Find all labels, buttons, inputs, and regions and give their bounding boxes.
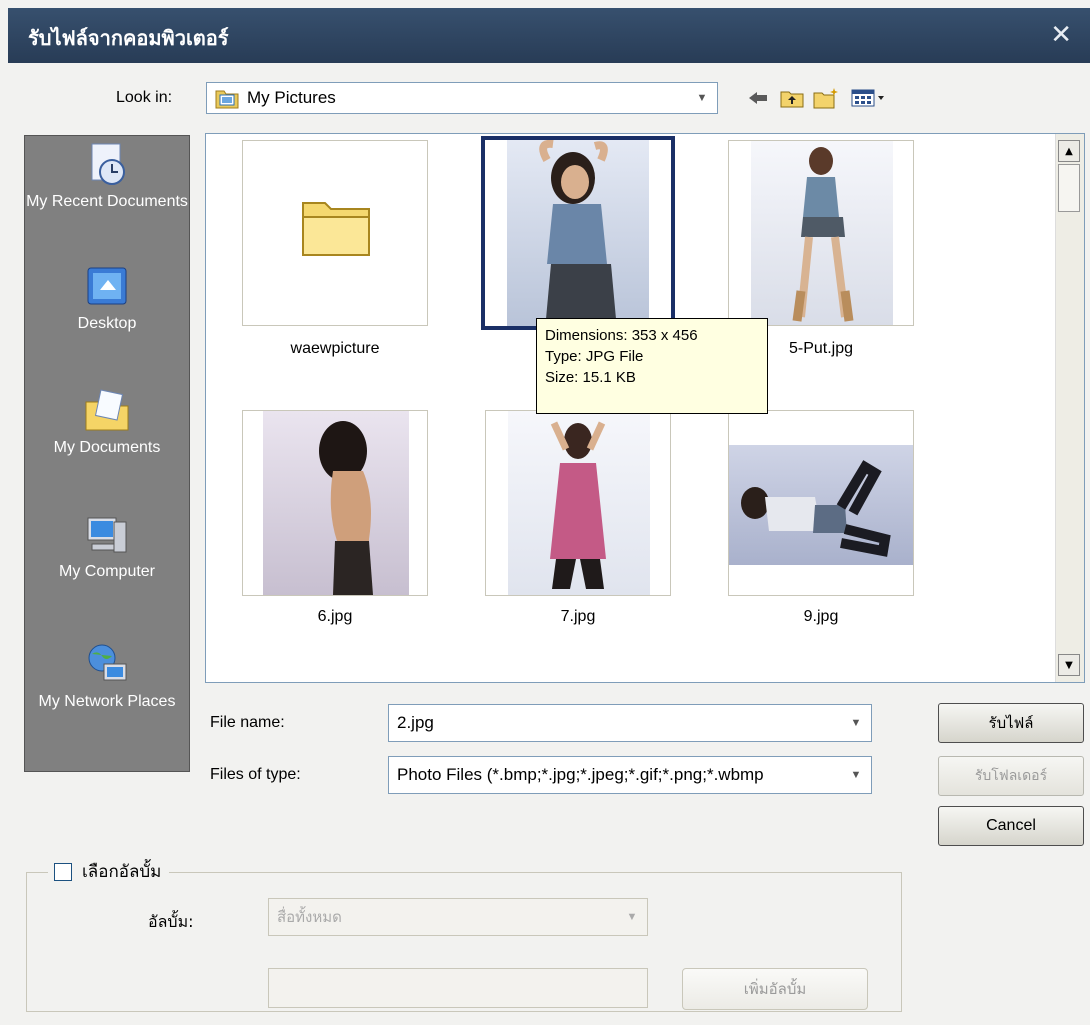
scroll-up-button[interactable]: ▲ <box>1058 140 1080 162</box>
place-label: My Network Places <box>38 693 176 710</box>
album-dropdown[interactable]: สื่อทั้งหมด ▼ <box>268 898 648 936</box>
tooltip-type: Type: JPG File <box>545 348 644 365</box>
album-value: สื่อทั้งหมด <box>277 908 342 926</box>
album-group-header: เลือกอัลบั้ม <box>48 858 170 885</box>
cancel-button[interactable]: Cancel <box>938 806 1084 846</box>
look-in-dropdown[interactable]: My Pictures ▼ <box>206 82 718 114</box>
file-info-tooltip: Dimensions: 353 x 456 Type: JPG File Siz… <box>536 318 768 414</box>
my-pictures-folder-icon <box>215 87 239 109</box>
new-folder-icon <box>813 88 838 109</box>
add-album-button[interactable]: เพิ่มอัลบั้ม <box>682 968 868 1010</box>
look-in-label: Look in: <box>116 89 173 106</box>
file-name: 9.jpg <box>803 608 839 625</box>
open-file-button[interactable]: รับไฟล์ <box>938 703 1084 743</box>
open-folder-button[interactable]: รับโฟลเดอร์ <box>938 756 1084 796</box>
file-name: 6.jpg <box>317 608 353 625</box>
file-type-dropdown[interactable]: Photo Files (*.bmp;*.jpg;*.jpeg;*.gif;*.… <box>388 756 872 794</box>
close-icon[interactable]: ✕ <box>1050 20 1072 50</box>
my-documents-icon <box>84 388 130 434</box>
file-name-value: 2.jpg <box>397 713 434 732</box>
back-arrow-icon <box>749 92 767 104</box>
chevron-down-icon[interactable]: ▼ <box>845 708 867 738</box>
photo-thumbnail <box>263 411 409 595</box>
place-network[interactable]: My Network Places <box>25 642 189 712</box>
views-menu-icon <box>851 89 884 107</box>
photo-item-selected[interactable] <box>481 136 675 330</box>
photo-item[interactable] <box>728 140 914 326</box>
place-recent-documents[interactable]: My Recent Documents <box>25 142 189 212</box>
chevron-down-icon[interactable]: ▼ <box>621 902 643 932</box>
album-label: อัลบั้ม: <box>148 912 194 931</box>
new-album-input[interactable] <box>268 968 648 1008</box>
network-places-icon <box>84 642 130 688</box>
my-computer-icon <box>84 512 130 558</box>
file-type-label: Files of type: <box>210 766 301 783</box>
place-label: My Documents <box>53 439 161 456</box>
views-menu-button[interactable] <box>848 86 888 110</box>
photo-item[interactable] <box>485 410 671 596</box>
photo-thumbnail <box>507 140 649 326</box>
tooltip-dimensions: Dimensions: 353 x 456 <box>545 327 698 344</box>
new-folder-button[interactable] <box>812 86 840 110</box>
back-button[interactable] <box>744 86 772 110</box>
up-folder-button[interactable] <box>778 86 806 110</box>
place-desktop[interactable]: Desktop <box>25 264 189 334</box>
file-type-value: Photo Files (*.bmp;*.jpg;*.jpeg;*.gif;*.… <box>397 765 764 784</box>
place-my-computer[interactable]: My Computer <box>25 512 189 582</box>
chevron-down-icon[interactable]: ▼ <box>691 86 713 110</box>
file-name: waewpicture <box>290 340 380 357</box>
folder-icon <box>302 202 370 256</box>
tooltip-size: Size: 15.1 KB <box>545 369 636 386</box>
select-album-checkbox[interactable] <box>54 862 72 881</box>
chevron-down-icon[interactable]: ▼ <box>845 760 867 790</box>
file-name-label: File name: <box>210 714 285 731</box>
photo-item[interactable] <box>728 410 914 596</box>
dialog-title: รับไฟล์จากคอมพิวเตอร์ <box>28 26 229 50</box>
vertical-scrollbar[interactable]: ▲ ▼ <box>1055 134 1084 682</box>
place-label: My Computer <box>58 563 156 580</box>
desktop-icon <box>84 264 130 310</box>
places-bar: My Recent Documents Desktop My Documents… <box>24 135 190 772</box>
select-album-label: เลือกอัลบั้ม <box>82 862 162 882</box>
place-my-documents[interactable]: My Documents <box>25 388 189 458</box>
up-folder-icon <box>780 91 804 108</box>
title-bar: รับไฟล์จากคอมพิวเตอร์ ✕ <box>8 8 1090 63</box>
look-in-value: My Pictures <box>247 88 336 107</box>
file-open-dialog: รับไฟล์จากคอมพิวเตอร์ ✕ Look in: My Pict… <box>0 0 1090 1025</box>
photo-thumbnail <box>729 445 913 565</box>
photo-thumbnail <box>508 411 650 595</box>
file-name-input[interactable]: 2.jpg ▼ <box>388 704 872 742</box>
scroll-down-button[interactable]: ▼ <box>1058 654 1080 676</box>
place-label: My Recent Documents <box>26 193 188 210</box>
file-name: 7.jpg <box>560 608 596 625</box>
recent-documents-icon <box>84 142 130 188</box>
scrollbar-thumb[interactable] <box>1058 164 1080 212</box>
folder-item[interactable] <box>242 140 428 326</box>
place-label: Desktop <box>77 315 137 332</box>
photo-item[interactable] <box>242 410 428 596</box>
photo-thumbnail <box>751 141 893 325</box>
